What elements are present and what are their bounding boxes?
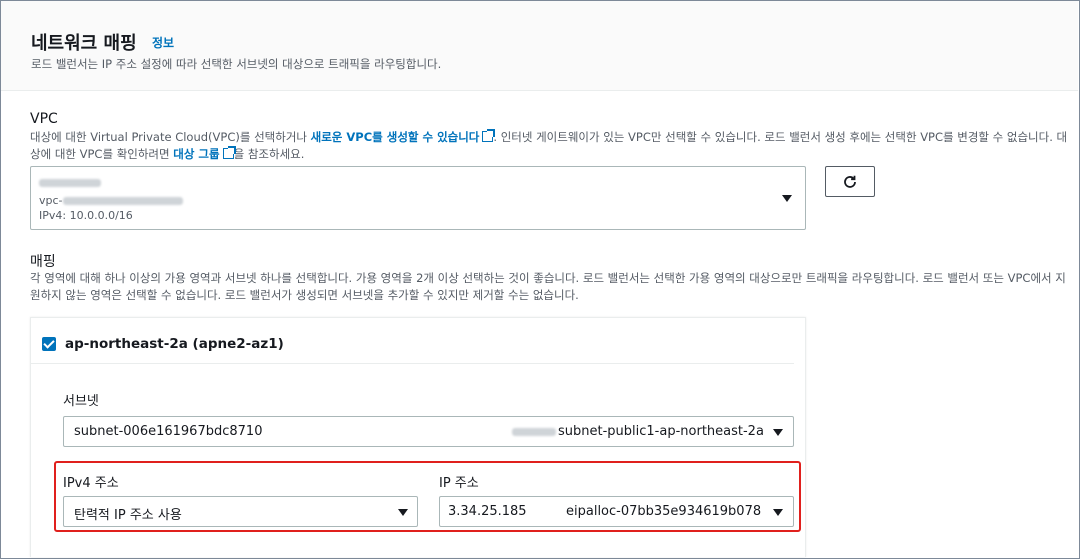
divider — [31, 363, 794, 364]
vpc-description: 대상에 대한 Virtual Private Cloud(VPC)를 선택하거나… — [30, 129, 1070, 163]
page-title: 네트워크 매핑 — [31, 33, 137, 54]
subnet-id: subnet-006e161967bdc8710 — [74, 424, 263, 439]
external-link-icon — [222, 146, 236, 159]
refresh-icon — [844, 175, 856, 188]
checkbox-checked-icon[interactable] — [42, 337, 56, 351]
vpc-label: VPC — [30, 111, 58, 127]
mapping-description: 각 영역에 대해 하나 이상의 가용 영역과 서브넷 하나를 선택합니다. 가용… — [30, 271, 1066, 302]
vpc-select[interactable]: vpc- IPv4: 10.0.0.0/16 — [30, 166, 806, 230]
vpc-cidr: IPv4: 10.0.0.0/16 — [39, 209, 133, 222]
subnet-select[interactable]: subnet-006e161967bdc8710 subnet-public1-… — [63, 416, 794, 447]
zone-label[interactable]: ap-northeast-2a (apne2-az1) — [65, 336, 284, 352]
caret-down-icon — [782, 195, 792, 202]
external-link-icon — [482, 129, 496, 142]
info-link[interactable]: 정보 — [152, 34, 174, 51]
refresh-button[interactable] — [825, 166, 875, 197]
vpc-name-redacted — [39, 176, 101, 189]
subnet-name-redacted — [512, 428, 556, 436]
mapping-label: 매핑 — [30, 254, 56, 270]
vpc-desc-text-1: 대상에 대한 Virtual Private Cloud(VPC)를 선택하거나 — [30, 130, 311, 144]
header-description: 로드 밸런서는 IP 주소 설정에 따라 선택한 서브넷의 대상으로 트래픽을 … — [31, 57, 442, 71]
zone-header: ap-northeast-2a (apne2-az1) — [31, 318, 805, 363]
subnet-name: subnet-public1-ap-northeast-2a — [558, 424, 764, 439]
target-group-link[interactable]: 대상 그룹 — [173, 147, 219, 161]
vpc-id: vpc- — [39, 194, 183, 207]
caret-down-icon — [773, 429, 783, 436]
create-vpc-link[interactable]: 새로운 VPC를 생성할 수 있습니다 — [311, 130, 480, 144]
vpc-desc-text-3: 을 참조하세요. — [233, 147, 305, 161]
highlight-box — [54, 461, 801, 532]
subnet-label: 서브넷 — [63, 394, 99, 409]
section-header: 네트워크 매핑 정보 로드 밸런서는 IP 주소 설정에 따라 선택한 서브넷의… — [1, 1, 1078, 91]
